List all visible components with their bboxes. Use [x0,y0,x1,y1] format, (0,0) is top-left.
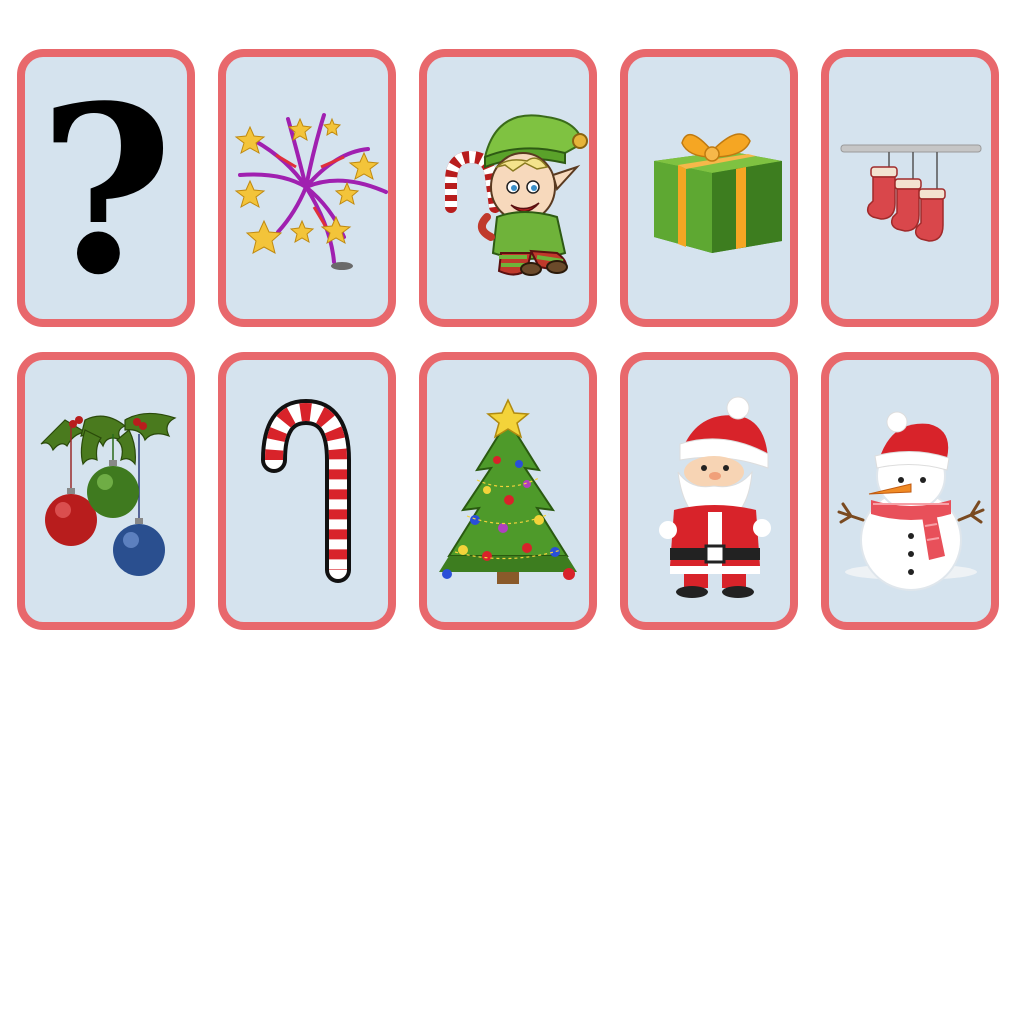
elf-icon [445,114,588,276]
card-4[interactable] [620,49,798,327]
card-10[interactable] [821,352,999,630]
card-9[interactable] [620,352,798,630]
santa-icon [659,396,771,598]
candy-cane-icon [261,398,351,583]
stockings-icon [840,144,982,242]
card-2[interactable] [218,49,396,327]
card-1[interactable]: ? [17,49,195,327]
gift-box-icon [654,133,782,253]
card-6[interactable] [17,352,195,630]
snowman-icon [837,411,985,591]
question-mark-icon: ? [38,56,174,326]
christmas-tree-icon [439,398,577,584]
fireworks-icon [234,113,388,270]
card-5[interactable] [821,49,999,327]
card-7[interactable] [218,352,396,630]
ornaments-holly-icon [40,412,177,576]
card-8[interactable] [419,352,597,630]
card-3[interactable] [419,49,597,327]
